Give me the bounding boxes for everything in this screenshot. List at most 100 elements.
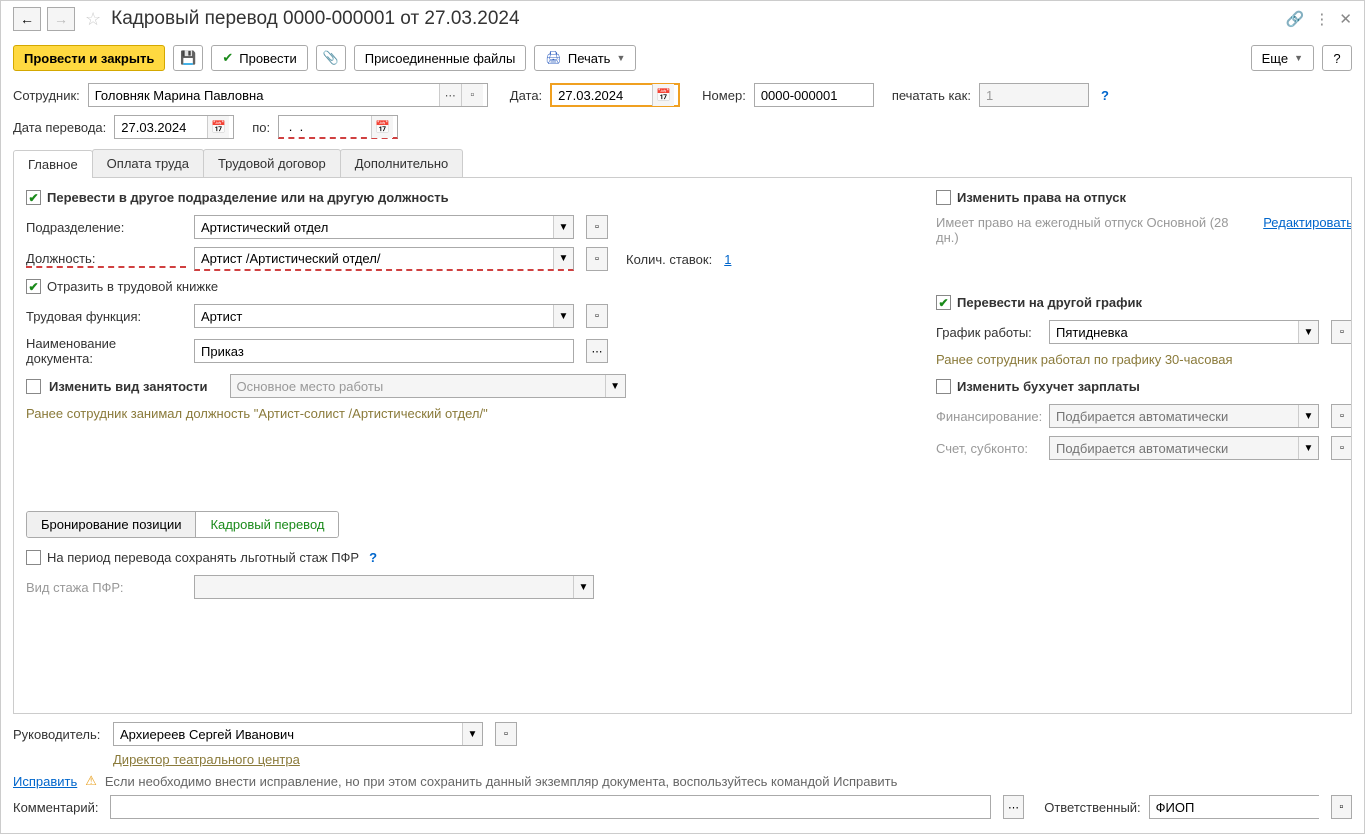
help-icon[interactable]: ? (1101, 88, 1109, 103)
to-date-field[interactable]: 📅 (278, 115, 398, 139)
doc-name-select-button[interactable]: ⋯ (586, 339, 608, 363)
pfr-type-input[interactable] (195, 576, 573, 598)
link-icon[interactable]: 🔗 (1286, 10, 1305, 28)
forward-button[interactable]: → (47, 7, 75, 31)
tab-payment[interactable]: Оплата труда (92, 149, 204, 177)
tab-additional[interactable]: Дополнительно (340, 149, 464, 177)
fix-link[interactable]: Исправить (13, 774, 77, 789)
department-field[interactable]: ▼ (194, 215, 574, 239)
post-button[interactable]: ✔Провести (211, 45, 307, 71)
comment-select-button[interactable]: ⋯ (1003, 795, 1024, 819)
manager-position-link[interactable]: Директор театрального центра (113, 752, 300, 767)
to-date-input[interactable] (279, 116, 371, 138)
responsible-label: Ответственный: (1044, 800, 1140, 815)
transfer-date-calendar-button[interactable]: 📅 (207, 116, 229, 138)
function-dropdown-button[interactable]: ▼ (553, 305, 573, 327)
pfr-checkbox[interactable] (26, 550, 41, 565)
comment-input[interactable] (111, 796, 990, 818)
manager-input[interactable] (114, 723, 462, 745)
pfr-checkbox-label: На период перевода сохранять льготный ст… (47, 550, 359, 565)
employment-input[interactable] (231, 375, 605, 397)
vacation-checkbox[interactable] (936, 190, 951, 205)
employment-dropdown-button[interactable]: ▼ (605, 375, 625, 397)
back-button[interactable]: ← (13, 7, 41, 31)
edit-vacation-link[interactable]: Редактировать (1263, 215, 1352, 230)
schedule-open-button[interactable]: ▫ (1331, 320, 1352, 344)
date-calendar-button[interactable]: 📅 (652, 84, 674, 106)
comment-label: Комментарий: (13, 800, 102, 815)
tab-contract[interactable]: Трудовой договор (203, 149, 341, 177)
position-input[interactable] (195, 248, 553, 269)
accounting-checkbox[interactable] (936, 379, 951, 394)
more-button[interactable]: Еще▼ (1251, 45, 1314, 71)
account-dropdown-button[interactable]: ▼ (1298, 437, 1318, 459)
booking-toggle-button[interactable]: Бронирование позиции (27, 512, 196, 537)
department-input[interactable] (195, 216, 553, 238)
transfer-toggle-button[interactable]: Кадровый перевод (196, 512, 338, 537)
responsible-field[interactable]: ▼ (1149, 795, 1319, 819)
schedule-input[interactable] (1050, 321, 1298, 343)
close-icon[interactable]: ✕ (1339, 10, 1352, 28)
date-input[interactable] (552, 84, 652, 106)
doc-name-field[interactable] (194, 339, 574, 363)
department-open-button[interactable]: ▫ (586, 215, 608, 239)
clip-icon: 📎 (323, 50, 339, 66)
manager-field[interactable]: ▼ (113, 722, 483, 746)
print-as-field[interactable] (979, 83, 1089, 107)
help-button[interactable]: ? (1322, 45, 1352, 71)
financing-open-button[interactable]: ▫ (1331, 404, 1352, 428)
date-field[interactable]: 📅 (550, 83, 680, 107)
pfr-type-field[interactable]: ▼ (194, 575, 594, 599)
schedule-dropdown-button[interactable]: ▼ (1298, 321, 1318, 343)
number-field[interactable] (754, 83, 874, 107)
pfr-help-icon[interactable]: ? (369, 550, 377, 565)
account-open-button[interactable]: ▫ (1331, 436, 1352, 460)
favorite-icon[interactable]: ☆ (85, 9, 101, 30)
function-input[interactable] (195, 305, 553, 327)
manager-open-button[interactable]: ▫ (495, 722, 517, 746)
responsible-open-button[interactable]: ▫ (1331, 795, 1352, 819)
manager-dropdown-button[interactable]: ▼ (462, 723, 482, 745)
transfer-date-input[interactable] (115, 116, 207, 138)
position-dropdown-button[interactable]: ▼ (553, 248, 573, 269)
financing-field[interactable]: ▼ (1049, 404, 1319, 428)
rates-link[interactable]: 1 (724, 252, 731, 267)
employee-input[interactable] (89, 84, 439, 106)
transfer-date-field[interactable]: 📅 (114, 115, 234, 139)
employment-field[interactable]: ▼ (230, 374, 626, 398)
to-date-calendar-button[interactable]: 📅 (371, 116, 393, 138)
workbook-checkbox[interactable] (26, 279, 41, 294)
employment-checkbox[interactable] (26, 379, 41, 394)
post-close-button[interactable]: Провести и закрыть (13, 45, 165, 71)
position-label: Должность: (26, 251, 186, 268)
function-field[interactable]: ▼ (194, 304, 574, 328)
comment-field[interactable] (110, 795, 991, 819)
warning-icon: ⚠ (85, 773, 97, 789)
save-button[interactable]: 💾 (173, 45, 203, 71)
print-button[interactable]: 🖨Печать▼ (534, 45, 636, 71)
financing-dropdown-button[interactable]: ▼ (1298, 405, 1318, 427)
menu-icon[interactable]: ⋮ (1314, 10, 1329, 28)
transfer-checkbox[interactable] (26, 190, 41, 205)
financing-input[interactable] (1050, 405, 1298, 427)
tab-main[interactable]: Главное (13, 150, 93, 178)
schedule-checkbox[interactable] (936, 295, 951, 310)
responsible-input[interactable] (1150, 796, 1338, 818)
account-input[interactable] (1050, 437, 1298, 459)
pfr-type-dropdown-button[interactable]: ▼ (573, 576, 593, 598)
position-field[interactable]: ▼ (194, 247, 574, 271)
attached-files-button[interactable]: Присоединенные файлы (354, 45, 527, 71)
transfer-type-toggle: Бронирование позиции Кадровый перевод (26, 511, 339, 538)
account-field[interactable]: ▼ (1049, 436, 1319, 460)
employee-open-button[interactable]: ▫ (461, 84, 483, 106)
attach-button[interactable]: 📎 (316, 45, 346, 71)
number-input[interactable] (755, 84, 870, 106)
department-dropdown-button[interactable]: ▼ (553, 216, 573, 238)
position-open-button[interactable]: ▫ (586, 247, 608, 271)
employee-select-button[interactable]: ⋯ (439, 84, 461, 106)
schedule-field[interactable]: ▼ (1049, 320, 1319, 344)
doc-name-input[interactable] (195, 340, 573, 362)
employee-field[interactable]: ⋯ ▫ (88, 83, 488, 107)
print-as-input[interactable] (980, 84, 1085, 106)
function-open-button[interactable]: ▫ (586, 304, 608, 328)
